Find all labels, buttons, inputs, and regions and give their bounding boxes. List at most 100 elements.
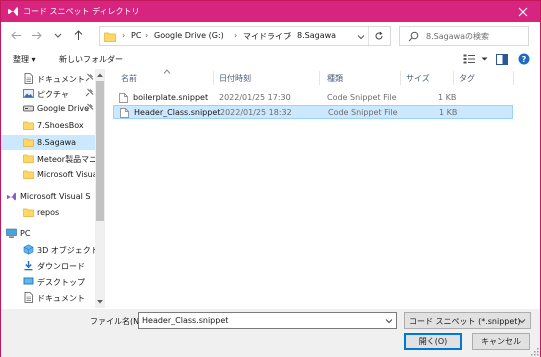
navigation-pane: ドキュメント ピクチャ Google Drive 7.ShoesBox 8.Sa…: [1, 69, 105, 308]
chevron-down-icon: [518, 319, 526, 324]
organize-button[interactable]: 整理 ▾: [13, 54, 36, 65]
file-date: 2022/01/25 18:32: [220, 108, 292, 117]
sidebar-item-shoesbox[interactable]: 7.ShoesBox: [1, 118, 95, 133]
drive-icon: [23, 105, 34, 112]
sidebar-item-pc[interactable]: PC: [1, 226, 95, 241]
file-row[interactable]: Header_Class.snippet 2022/01/25 18:32 Co…: [113, 105, 513, 119]
cancel-button[interactable]: キャンセル: [472, 333, 530, 350]
sidebar-item-visual-studio[interactable]: Microsoft Visual S: [1, 189, 95, 204]
sidebar-item-label: PC: [20, 229, 31, 238]
preview-pane-button[interactable]: [496, 53, 508, 65]
forward-button[interactable]: [29, 28, 43, 42]
up-button[interactable]: [71, 28, 85, 42]
sidebar-item-pictures[interactable]: ピクチャ: [1, 86, 95, 101]
filetype-value: コード スニペット (*.snippet): [409, 317, 521, 326]
open-button[interactable]: 開く(O): [404, 333, 462, 350]
back-button[interactable]: [9, 28, 23, 42]
window-title: コード スニペット ディレクトリ: [23, 7, 140, 16]
file-size: 1 KB: [439, 108, 458, 117]
file-row[interactable]: boilerplate.snippet 2022/01/25 17:30 Cod…: [113, 91, 513, 105]
scroll-up-icon[interactable]: [96, 71, 104, 79]
preview-pane-icon: [496, 53, 508, 65]
column-divider[interactable]: [319, 71, 320, 85]
3d-objects-icon: [23, 244, 34, 255]
help-icon: ?: [518, 53, 530, 65]
sidebar-item-repos[interactable]: repos: [1, 205, 95, 220]
file-type: Code Snippet File: [327, 93, 397, 102]
column-divider[interactable]: [400, 71, 401, 85]
close-icon: [518, 7, 528, 16]
sidebar-item-documents[interactable]: ドキュメント: [1, 71, 95, 86]
pin-icon[interactable]: [85, 88, 94, 97]
picture-icon: [23, 89, 34, 98]
breadcrumb-separator: ›: [145, 31, 149, 40]
recent-locations-button[interactable]: [51, 28, 65, 42]
sidebar-item-3d-objects[interactable]: 3D オブジェクト: [1, 242, 99, 257]
chevron-down-icon[interactable]: [385, 317, 393, 325]
chevron-down-icon: [481, 57, 487, 61]
breadcrumb-sagawa[interactable]: 8.Sagawa: [297, 31, 336, 40]
dialog-footer: ファイル名(N): Header_Class.snippet コード スニペット…: [1, 309, 540, 357]
column-divider[interactable]: [213, 71, 214, 85]
column-divider[interactable]: [513, 71, 514, 85]
sidebar-item-label: Microsoft Visual S: [20, 192, 91, 201]
filetype-select[interactable]: コード スニペット (*.snippet): [404, 312, 531, 329]
sidebar-item-label: 3D オブジェクト: [37, 246, 99, 255]
file-size: 1 KB: [438, 93, 457, 102]
column-header-type[interactable]: 種類: [327, 73, 343, 84]
sidebar-scrollbar[interactable]: [95, 69, 105, 308]
close-button[interactable]: [506, 1, 540, 22]
sidebar-item-label: 7.ShoesBox: [37, 121, 84, 130]
view-dropdown-button[interactable]: [478, 53, 490, 65]
breadcrumb-pc[interactable]: PC: [131, 31, 141, 40]
download-icon: [24, 261, 33, 271]
visual-studio-icon: [7, 192, 16, 201]
column-header-tag[interactable]: タグ: [459, 73, 475, 84]
view-options-button[interactable]: [463, 53, 475, 65]
resize-grip-icon[interactable]: [530, 347, 539, 356]
column-header-name[interactable]: 名前: [121, 73, 137, 84]
sidebar-item-desktop[interactable]: デスクトップ: [1, 274, 95, 289]
sidebar-item-meteor[interactable]: Meteor製品マニュ: [1, 151, 105, 166]
sidebar-item-sagawa[interactable]: 8.Sagawa: [1, 135, 95, 150]
arrow-left-icon: [10, 31, 21, 39]
sidebar-item-label: ダウンロード: [37, 262, 85, 271]
view-list-icon: [463, 54, 475, 64]
desktop-icon: [23, 277, 34, 285]
pin-icon[interactable]: [85, 73, 94, 82]
document-icon: [24, 292, 33, 303]
refresh-button[interactable]: [368, 27, 388, 45]
breadcrumb-google-drive[interactable]: Google Drive (G:): [154, 31, 224, 40]
sidebar-item-downloads[interactable]: ダウンロード: [1, 258, 95, 273]
command-bar: 整理 ▾ 新しいフォルダー ?: [1, 49, 540, 69]
column-header-date[interactable]: 日付時刻: [219, 73, 251, 84]
file-date: 2022/01/25 17:30: [219, 93, 291, 102]
folder-icon: [23, 138, 34, 147]
breadcrumb-separator: ›: [122, 31, 126, 40]
sidebar-item-label: 8.Sagawa: [37, 138, 77, 147]
help-button[interactable]: ?: [518, 53, 530, 65]
title-bar: コード スニペット ディレクトリ: [1, 1, 540, 22]
scrollbar-thumb[interactable]: [96, 81, 104, 221]
sidebar-item-google-drive[interactable]: Google Drive: [1, 101, 95, 116]
sort-ascending-icon: [163, 69, 171, 74]
breadcrumb-my-drive[interactable]: マイドライブ: [243, 31, 291, 42]
file-name: Header_Class.snippet: [134, 108, 221, 117]
new-folder-button[interactable]: 新しいフォルダー: [59, 54, 123, 65]
search-box[interactable]: 8.Sagawaの検索: [399, 26, 529, 46]
arrow-up-icon: [74, 29, 82, 40]
sidebar-item-label: repos: [37, 208, 60, 217]
scroll-down-icon[interactable]: [96, 298, 104, 306]
sidebar-item-documents-pc[interactable]: ドキュメント: [1, 290, 95, 305]
pin-icon[interactable]: [85, 103, 94, 112]
file-name: boilerplate.snippet: [133, 93, 209, 102]
column-divider[interactable]: [453, 71, 454, 85]
chevron-down-icon[interactable]: [356, 32, 366, 42]
column-header-size[interactable]: サイズ: [406, 73, 430, 84]
folder-icon: [23, 121, 34, 130]
sidebar-item-microsoft-visual[interactable]: Microsoft Visual: [1, 167, 100, 182]
file-icon: [119, 93, 128, 103]
address-bar[interactable]: › PC › Google Drive (G:) › マイドライブ › 8.Sa…: [99, 26, 391, 46]
filename-input[interactable]: Header_Class.snippet: [138, 312, 397, 329]
sidebar-item-label: ドキュメント: [37, 294, 85, 303]
